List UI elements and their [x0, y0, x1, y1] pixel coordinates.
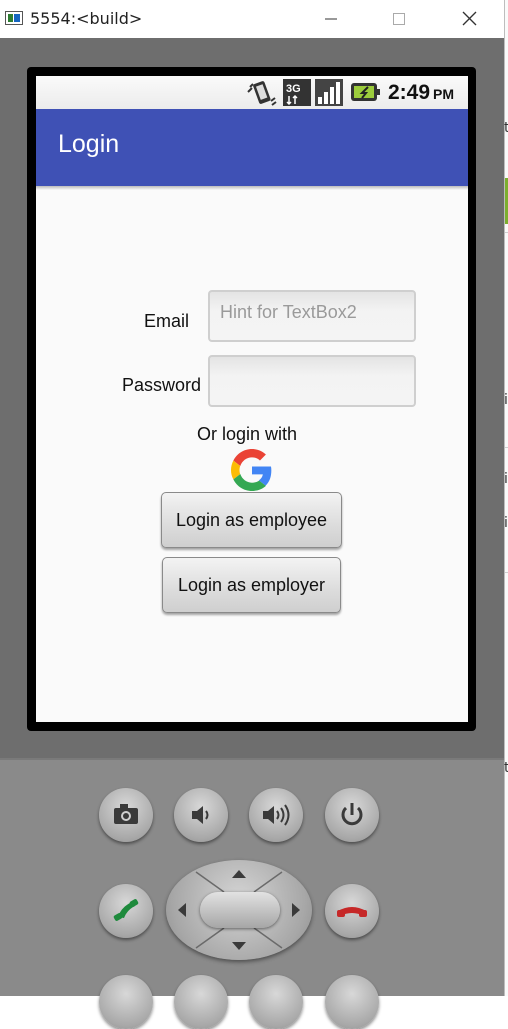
call-button[interactable]: [99, 884, 153, 938]
clock-ampm: PM: [433, 86, 455, 102]
background-window-text: t: [504, 120, 508, 136]
clock: 2:49 PM: [388, 81, 454, 105]
close-icon[interactable]: [456, 7, 482, 31]
background-window-text: t: [504, 760, 508, 776]
login-as-employee-button[interactable]: Login as employee: [161, 492, 342, 548]
minimize-icon[interactable]: [318, 7, 344, 31]
background-window-text: i: [504, 471, 508, 487]
window-titlebar[interactable]: 5554:<build>: [0, 0, 504, 38]
vibrate-icon: [247, 81, 277, 106]
volume-up-button[interactable]: [249, 788, 303, 842]
volume-down-button[interactable]: [174, 788, 228, 842]
email-field[interactable]: Hint for TextBox2: [208, 290, 416, 342]
action-bar-shadow: [36, 186, 468, 190]
maximize-icon[interactable]: [386, 7, 412, 31]
login-as-employer-button[interactable]: Login as employer: [162, 557, 341, 613]
camera-button[interactable]: [99, 788, 153, 842]
emulator-window: 5554:<build> 3G 2:49 PM Login Email Hint…: [0, 0, 505, 1029]
end-call-button[interactable]: [325, 884, 379, 938]
signal-icon: [315, 79, 343, 106]
password-label: Password: [122, 375, 202, 395]
power-icon: [341, 803, 363, 826]
camera-icon: [114, 804, 138, 824]
volume-up-icon: [263, 804, 290, 826]
home-button[interactable]: [99, 975, 153, 1029]
screen-title: Login: [58, 130, 120, 158]
power-button[interactable]: [325, 788, 379, 842]
back-button[interactable]: [249, 975, 303, 1029]
search-button[interactable]: [325, 975, 379, 1029]
emulator-app-icon: [5, 11, 23, 25]
password-field[interactable]: [208, 355, 416, 407]
menu-button[interactable]: [174, 975, 228, 1029]
call-icon: [113, 899, 139, 921]
device-screen[interactable]: 3G 2:49PM Login Email Hint for TextBox2: [36, 76, 468, 722]
clock-time: 2:49: [388, 81, 431, 104]
status-bar: 3G 2:49 PM: [36, 76, 468, 109]
volume-down-icon: [192, 806, 209, 824]
email-label: Email: [144, 311, 190, 331]
window-title: 5554:<build>: [30, 9, 143, 28]
3g-icon: 3G: [283, 79, 311, 106]
background-window-text: i: [504, 392, 508, 408]
battery-icon: [351, 83, 380, 101]
or-login-with-label: Or login with: [197, 424, 298, 444]
background-window-text: i: [504, 515, 508, 531]
end-call-icon: [337, 907, 367, 917]
svg-text:3G: 3G: [286, 83, 301, 95]
google-icon[interactable]: [231, 449, 273, 491]
dpad-center-button[interactable]: [200, 892, 280, 928]
